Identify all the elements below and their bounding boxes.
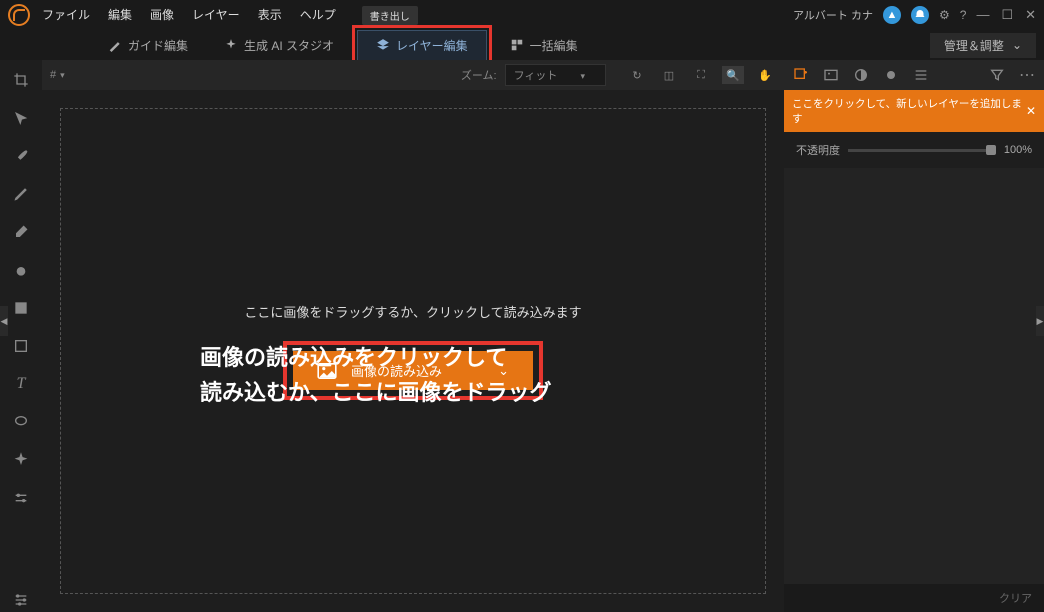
fill-tool-icon[interactable] bbox=[9, 296, 33, 320]
minimize-button[interactable]: — bbox=[976, 7, 989, 23]
opacity-label: 不透明度 bbox=[796, 142, 840, 158]
right-collapse-handle[interactable]: ▶ bbox=[1036, 306, 1044, 336]
fullscreen-icon[interactable]: ⛶ bbox=[690, 66, 712, 84]
clear-button[interactable]: クリア bbox=[999, 590, 1032, 606]
menu-help[interactable]: ヘルプ bbox=[300, 6, 336, 25]
tooltip-banner: ここをクリックして、新しいレイヤーを追加します ✕ bbox=[784, 90, 1044, 132]
pan-tool-icon[interactable]: ✋ bbox=[754, 66, 776, 84]
mode-batch-edit[interactable]: 一括編集 bbox=[492, 31, 596, 60]
titlebar: ファイル 編集 画像 レイヤー 表示 ヘルプ 書き出し アルバート カナ ▲ ⚙… bbox=[0, 0, 1044, 30]
effects-tool-icon[interactable] bbox=[9, 448, 33, 472]
overlay-line2: 読み込むか、ここに画像をドラッグ bbox=[200, 375, 552, 410]
opacity-slider[interactable] bbox=[848, 149, 996, 152]
menu-edit[interactable]: 編集 bbox=[108, 6, 132, 25]
blur-tool-icon[interactable] bbox=[9, 258, 33, 282]
grid-toggle[interactable]: # ▾ bbox=[50, 69, 65, 81]
zoom-label: ズーム: bbox=[461, 67, 497, 83]
adjust-layer-icon[interactable] bbox=[882, 66, 900, 84]
panel-footer: クリア bbox=[784, 584, 1044, 612]
mode-ai-studio[interactable]: 生成 AI スタジオ bbox=[206, 31, 352, 60]
more-icon[interactable]: ⋯ bbox=[1018, 66, 1036, 84]
left-toolbar: T bbox=[0, 60, 42, 612]
list-icon[interactable] bbox=[912, 66, 930, 84]
left-collapse-handle[interactable]: ◀ bbox=[0, 306, 8, 336]
opacity-value: 100% bbox=[1004, 144, 1032, 156]
notification-icon[interactable] bbox=[911, 6, 929, 24]
settings-tool-icon[interactable] bbox=[9, 588, 33, 612]
menu-file[interactable]: ファイル bbox=[42, 6, 90, 25]
overlay-instruction: 画像の読み込みをクリックして 読み込むか、ここに画像をドラッグ bbox=[200, 340, 552, 410]
menu-layer[interactable]: レイヤー bbox=[192, 6, 240, 25]
admin-label: 管理＆調整 bbox=[944, 37, 1004, 54]
zoom-select[interactable]: フィット ▾ bbox=[505, 64, 606, 86]
tooltip-close-icon[interactable]: ✕ bbox=[1026, 104, 1036, 118]
slider-thumb[interactable] bbox=[986, 145, 996, 155]
app-logo-icon bbox=[8, 4, 30, 26]
compare-icon[interactable]: ◫ bbox=[658, 66, 680, 84]
maximize-button[interactable]: ☐ bbox=[1001, 7, 1013, 23]
menu-image[interactable]: 画像 bbox=[150, 6, 174, 25]
layers-icon bbox=[376, 38, 390, 52]
mask-icon[interactable] bbox=[852, 66, 870, 84]
layer-list bbox=[784, 168, 1044, 584]
grid-icon: # bbox=[50, 69, 56, 81]
chevron-down-icon: ⌄ bbox=[1012, 38, 1022, 52]
filter-icon[interactable] bbox=[988, 66, 1006, 84]
rotate-icon[interactable]: ↻ bbox=[626, 66, 648, 84]
help-icon[interactable]: ? bbox=[960, 8, 967, 22]
crop-tool-icon[interactable] bbox=[9, 68, 33, 92]
brush-tool-icon[interactable] bbox=[9, 144, 33, 168]
user-avatar-icon[interactable]: ▲ bbox=[883, 6, 901, 24]
image-layer-icon[interactable] bbox=[822, 66, 840, 84]
mode-bar: ガイド編集 生成 AI スタジオ レイヤー編集 一括編集 管理＆調整 ⌄ bbox=[0, 30, 1044, 60]
panel-toolbar: ⋯ bbox=[784, 60, 1044, 90]
main-menu: ファイル 編集 画像 レイヤー 表示 ヘルプ 書き出し bbox=[42, 6, 418, 25]
mode-guide-edit[interactable]: ガイド編集 bbox=[90, 31, 206, 60]
export-button[interactable]: 書き出し bbox=[362, 6, 418, 25]
mode-label: ガイド編集 bbox=[128, 37, 188, 54]
canvas-area: # ▾ ズーム: フィット ▾ ↻ ◫ ⛶ 🔍 ✋ ここに画像 bbox=[42, 60, 784, 612]
mode-label: 生成 AI スタジオ bbox=[244, 37, 334, 54]
settings-icon[interactable]: ⚙ bbox=[939, 8, 950, 22]
mode-label: レイヤー編集 bbox=[396, 37, 468, 54]
admin-adjust-button[interactable]: 管理＆調整 ⌄ bbox=[930, 33, 1036, 58]
adjust-tool-icon[interactable] bbox=[9, 486, 33, 510]
chevron-down-icon: ▾ bbox=[60, 70, 65, 81]
mode-label: 一括編集 bbox=[530, 37, 578, 54]
lasso-tool-icon[interactable] bbox=[9, 410, 33, 434]
add-layer-icon[interactable] bbox=[792, 66, 810, 84]
right-panel: ⋯ ここをクリックして、新しいレイヤーを追加します ✕ 不透明度 100% クリ… bbox=[784, 60, 1044, 612]
canvas-toolbar: # ▾ ズーム: フィット ▾ ↻ ◫ ⛶ 🔍 ✋ bbox=[42, 60, 784, 90]
drag-hint-text: ここに画像をドラッグするか、クリックして読み込みます bbox=[244, 302, 581, 321]
tooltip-text: ここをクリックして、新しいレイヤーを追加します bbox=[792, 96, 1026, 126]
close-button[interactable]: ✕ bbox=[1025, 7, 1036, 23]
text-tool-icon[interactable]: T bbox=[9, 372, 33, 396]
wand-icon bbox=[108, 38, 122, 52]
username-label: アルバート カナ bbox=[793, 7, 873, 23]
zoom-value: フィット bbox=[514, 70, 558, 82]
opacity-row: 不透明度 100% bbox=[784, 132, 1044, 168]
overlay-line1: 画像の読み込みをクリックして bbox=[200, 340, 552, 375]
mode-layer-edit[interactable]: レイヤー編集 bbox=[357, 30, 487, 61]
batch-icon bbox=[510, 38, 524, 52]
zoom-tool-icon[interactable]: 🔍 bbox=[722, 66, 744, 84]
chevron-down-icon: ▾ bbox=[580, 71, 585, 81]
menu-view[interactable]: 表示 bbox=[258, 6, 282, 25]
sparkle-icon bbox=[224, 38, 238, 52]
pen-tool-icon[interactable] bbox=[9, 182, 33, 206]
shape-tool-icon[interactable] bbox=[9, 334, 33, 358]
eraser-tool-icon[interactable] bbox=[9, 220, 33, 244]
arrow-tool-icon[interactable] bbox=[9, 106, 33, 130]
